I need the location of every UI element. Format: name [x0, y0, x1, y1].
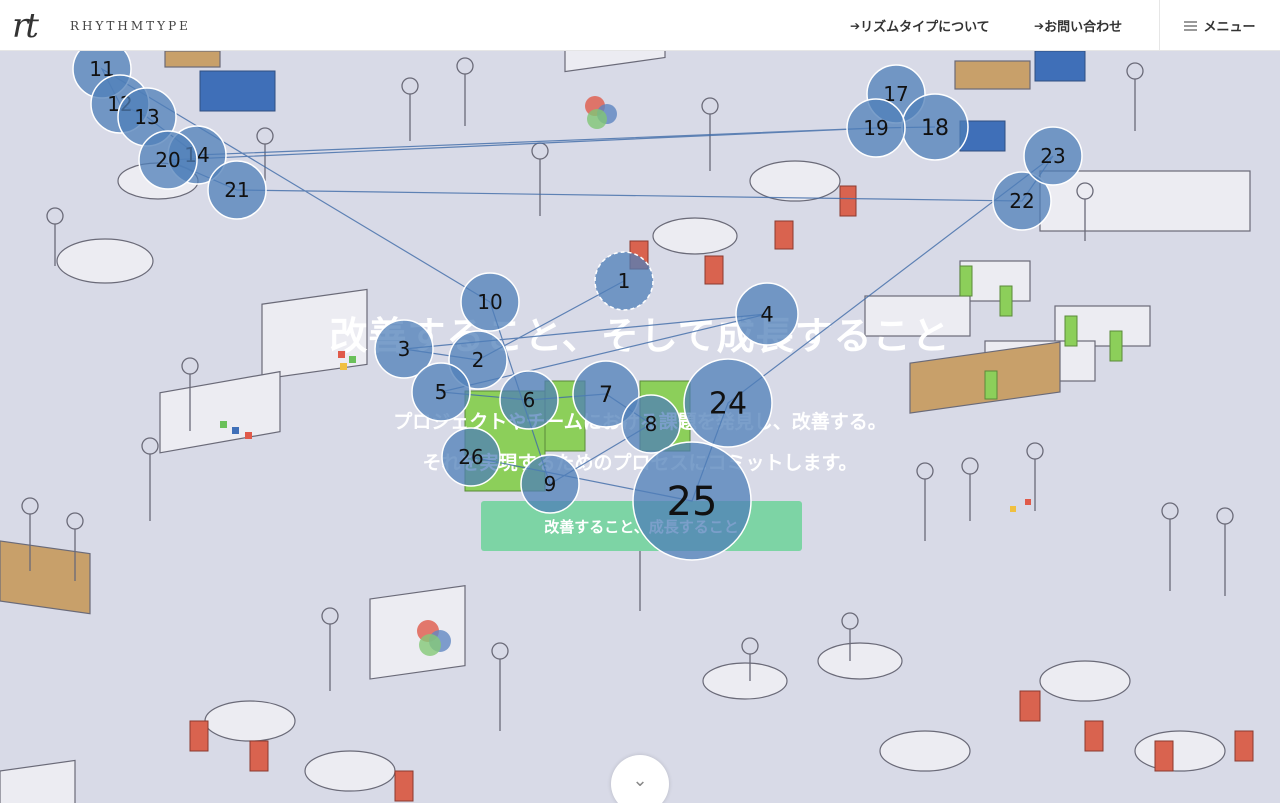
arrow-right-icon: ➔: [1034, 18, 1045, 33]
hamburger-icon: [1184, 20, 1198, 31]
hero-description-line1: プロジェクトやチームにおける課題を発見し、改善する。: [393, 411, 887, 433]
site-logo[interactable]: rt RHYTHMTYPE: [12, 6, 191, 46]
chevron-down-icon: ⌄: [632, 770, 648, 791]
menu-label: メニュー: [1203, 20, 1256, 35]
logo-text: RHYTHMTYPE: [70, 19, 191, 33]
menu-button[interactable]: メニュー: [1159, 0, 1280, 51]
hero-description-line2: それを実現するためのプロセスにコミットします。: [422, 452, 858, 474]
hero-title: 改善すること、そして成長すること: [329, 314, 951, 358]
hero-cta-button[interactable]: 改善すること、成長すること: [481, 501, 802, 551]
logo-mark: rt: [12, 6, 39, 46]
nav-contact-label: お問い合わせ: [1044, 20, 1123, 35]
arrow-right-icon: ➔: [850, 18, 861, 33]
nav-contact-link[interactable]: ➔ お問い合わせ: [1034, 0, 1122, 51]
nav-about-label: リズムタイプについて: [860, 20, 990, 35]
site-header: rt RHYTHMTYPE ➔ リズムタイプについて ➔ お問い合わせ メニュー: [0, 0, 1280, 51]
nav-about-link[interactable]: ➔ リズムタイプについて: [850, 0, 990, 51]
